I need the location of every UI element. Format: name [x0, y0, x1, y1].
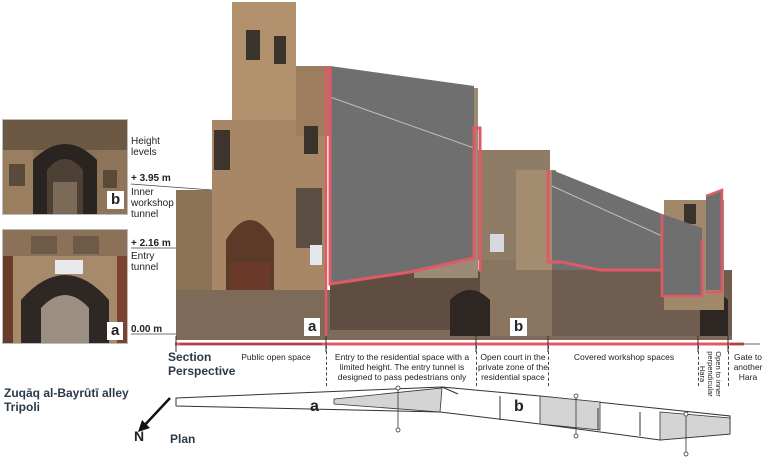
- plan-marker-a: a: [310, 398, 319, 415]
- site-title: Zuqāq al-Bayrūtī alley Tripoli: [4, 386, 129, 414]
- zone-public-open-space: Public open space: [241, 352, 311, 362]
- marker-b-section: b: [510, 318, 528, 336]
- north-arrow-icon: [138, 397, 171, 432]
- plan-drawing: [175, 385, 731, 457]
- section-perspective-title: Section Perspective: [168, 350, 236, 378]
- level-line-top: [130, 183, 213, 191]
- zone-open-to-inner-hara: Open to inner perpendicular Hara: [698, 351, 723, 397]
- zone-entry-residential: Entry to the residential space with a li…: [334, 352, 470, 382]
- marker-a-section: a: [304, 318, 321, 336]
- plan-label: Plan: [170, 432, 196, 446]
- zone-separator: [728, 346, 729, 386]
- zone-separator: [326, 346, 327, 386]
- zone-separator: [548, 346, 549, 386]
- zone-gate-another-hara: Gate to another Hara: [733, 352, 763, 382]
- zone-covered-workshop: Covered workshop spaces: [573, 352, 675, 362]
- zone-separator: [476, 346, 477, 386]
- north-label: N: [134, 428, 145, 444]
- plan-marker-b: b: [514, 398, 524, 415]
- zone-open-court: Open court in the private zone of the re…: [478, 352, 548, 382]
